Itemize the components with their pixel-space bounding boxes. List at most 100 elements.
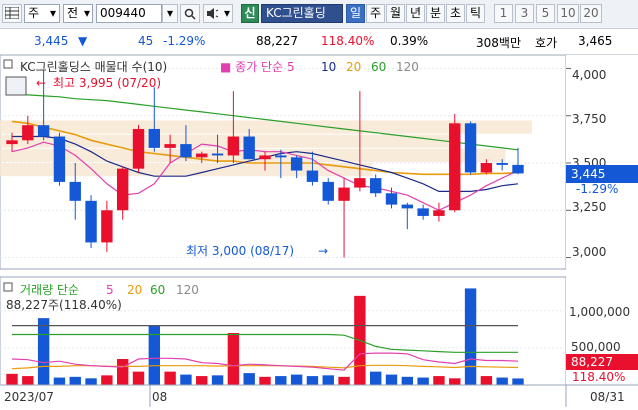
grid-menu-icon[interactable] xyxy=(2,4,22,23)
period-tab-0[interactable]: 일 xyxy=(346,4,365,23)
candle-body xyxy=(243,136,255,160)
market-select-value: 주 xyxy=(28,6,40,20)
vol-ma20-label: 20 xyxy=(127,283,142,297)
x-axis: 2023/07 08 08/31 xyxy=(0,384,638,407)
candle-body xyxy=(196,153,208,158)
volume-bar xyxy=(164,371,176,385)
volume-bar xyxy=(464,288,477,385)
candle-body xyxy=(354,178,366,188)
arrow-right-icon: → xyxy=(318,244,328,258)
candle-body xyxy=(116,168,129,211)
search-icon[interactable] xyxy=(180,4,200,23)
period-tab-3[interactable]: 년 xyxy=(406,4,425,23)
candle-body xyxy=(385,193,398,205)
candle-body xyxy=(417,208,429,216)
arrow-left-icon: ← xyxy=(36,76,46,90)
ma-title: ■ 종가 단순 5 xyxy=(220,60,295,74)
volume-bar xyxy=(290,374,303,385)
candle-body xyxy=(37,125,50,137)
volume-bar xyxy=(85,378,97,385)
chart-area[interactable]: KC그린홀딩스 매물대 수(10) ■ 종가 단순 5 10 20 60 120… xyxy=(0,54,638,407)
code-dropdown-button[interactable]: ▾ xyxy=(162,4,178,23)
interval-button-3[interactable]: 10 xyxy=(557,4,579,23)
code-type-value: 전 xyxy=(67,6,79,20)
volume-bar xyxy=(37,318,50,385)
x-label-month: 08 xyxy=(152,390,167,404)
candle-body xyxy=(132,128,145,169)
volume-ratio: 118.40% xyxy=(321,34,375,48)
current-price-tag-text: 3,445 xyxy=(571,167,605,181)
volume-bar xyxy=(6,373,18,385)
volume-bar xyxy=(22,376,34,385)
volume-bar xyxy=(275,376,287,385)
chevron-down-icon: ▾ xyxy=(83,6,90,20)
period-tab-2[interactable]: 월 xyxy=(386,4,405,23)
volume-bar xyxy=(69,376,81,385)
volume-bar xyxy=(53,377,66,385)
candle-body xyxy=(306,170,319,182)
volume-bar xyxy=(243,373,255,385)
market-select[interactable]: 주 ▾ xyxy=(24,4,60,23)
x-label-start: 2023/07 xyxy=(4,390,54,404)
candle-body xyxy=(211,153,224,156)
candle-body xyxy=(433,210,445,216)
y-tick-3000: 3,000 xyxy=(572,245,606,259)
current-volume-ratio: 118.40% xyxy=(572,370,625,384)
candle-body xyxy=(449,123,461,211)
volume-panel xyxy=(0,276,567,386)
candle-body xyxy=(401,204,414,209)
speaker-button[interactable]: ▾ xyxy=(203,4,233,23)
interval-button-1[interactable]: 3 xyxy=(515,4,534,23)
candle-body xyxy=(259,155,271,160)
volume-value: 88,227 xyxy=(256,34,298,48)
y-tick-4000: 4,000 xyxy=(572,68,606,82)
interval-button-2[interactable]: 5 xyxy=(536,4,555,23)
candle-body xyxy=(275,155,287,158)
volume-bar xyxy=(101,375,113,385)
interval-button-0[interactable]: 1 xyxy=(494,4,513,23)
candle-body xyxy=(496,163,508,165)
high-annotation-text: 최고 3,995 (07/20) xyxy=(53,76,161,90)
period-tab-4[interactable]: 분 xyxy=(426,4,445,23)
volume-bar xyxy=(433,376,445,385)
candle-body xyxy=(164,144,176,148)
volume-title: 거래량 단순 xyxy=(20,283,79,297)
vol-ma120-label: 120 xyxy=(176,283,199,297)
candle-body xyxy=(180,144,192,158)
period-tab-5[interactable]: 초 xyxy=(446,4,465,23)
code-type-select[interactable]: 전 ▾ xyxy=(63,4,93,23)
volume-bar xyxy=(480,376,493,385)
current-change-text: -1.29% xyxy=(576,182,618,196)
volume-bar xyxy=(512,378,524,385)
x-label-end: 08/31 xyxy=(590,390,625,404)
vol-tick-500000: 500,000 xyxy=(571,340,621,354)
ma60-label: 60 xyxy=(371,60,386,74)
candle-body xyxy=(464,123,477,173)
credit-badge[interactable]: 신 xyxy=(241,4,259,23)
volume-info: 88,227주(118.40%) xyxy=(6,298,122,312)
volume-bar xyxy=(449,378,461,385)
stock-code-input[interactable]: 009440 xyxy=(96,4,162,23)
vol-ma5-label: 5 xyxy=(106,283,114,297)
current-volume-tag-text: 88,227 xyxy=(571,355,613,369)
price-change-pct: -1.29% xyxy=(163,34,206,48)
stock-chart[interactable]: KC그린홀딩스 매물대 수(10) ■ 종가 단순 5 10 20 60 120… xyxy=(0,54,638,407)
ask-price: 3,465 xyxy=(578,34,613,48)
y-tick-3250: 3,250 xyxy=(572,200,606,214)
volume-bar xyxy=(369,371,382,385)
y-tick-3750: 3,750 xyxy=(572,112,606,126)
quote-bar: 3,445 ▼ 45 -1.29% 88,227 118.40% 0.39% 3… xyxy=(0,29,638,55)
candle-body xyxy=(6,140,18,145)
interval-button-4[interactable]: 20 xyxy=(580,4,602,23)
period-tab-6[interactable]: 틱 xyxy=(466,4,485,23)
stock-name-field: KC그린홀딩 xyxy=(261,4,343,23)
candle-body xyxy=(85,200,97,243)
volume-bar xyxy=(306,376,319,385)
low-annotation-text: 최저 3,000 (08/17) xyxy=(186,244,294,258)
current-price: 3,445 xyxy=(34,34,69,48)
calendar-icon[interactable] xyxy=(5,76,27,96)
period-tab-1[interactable]: 주 xyxy=(366,4,385,23)
volume-bar xyxy=(496,377,508,385)
volume-bar xyxy=(196,376,208,385)
candle-body xyxy=(338,187,350,201)
